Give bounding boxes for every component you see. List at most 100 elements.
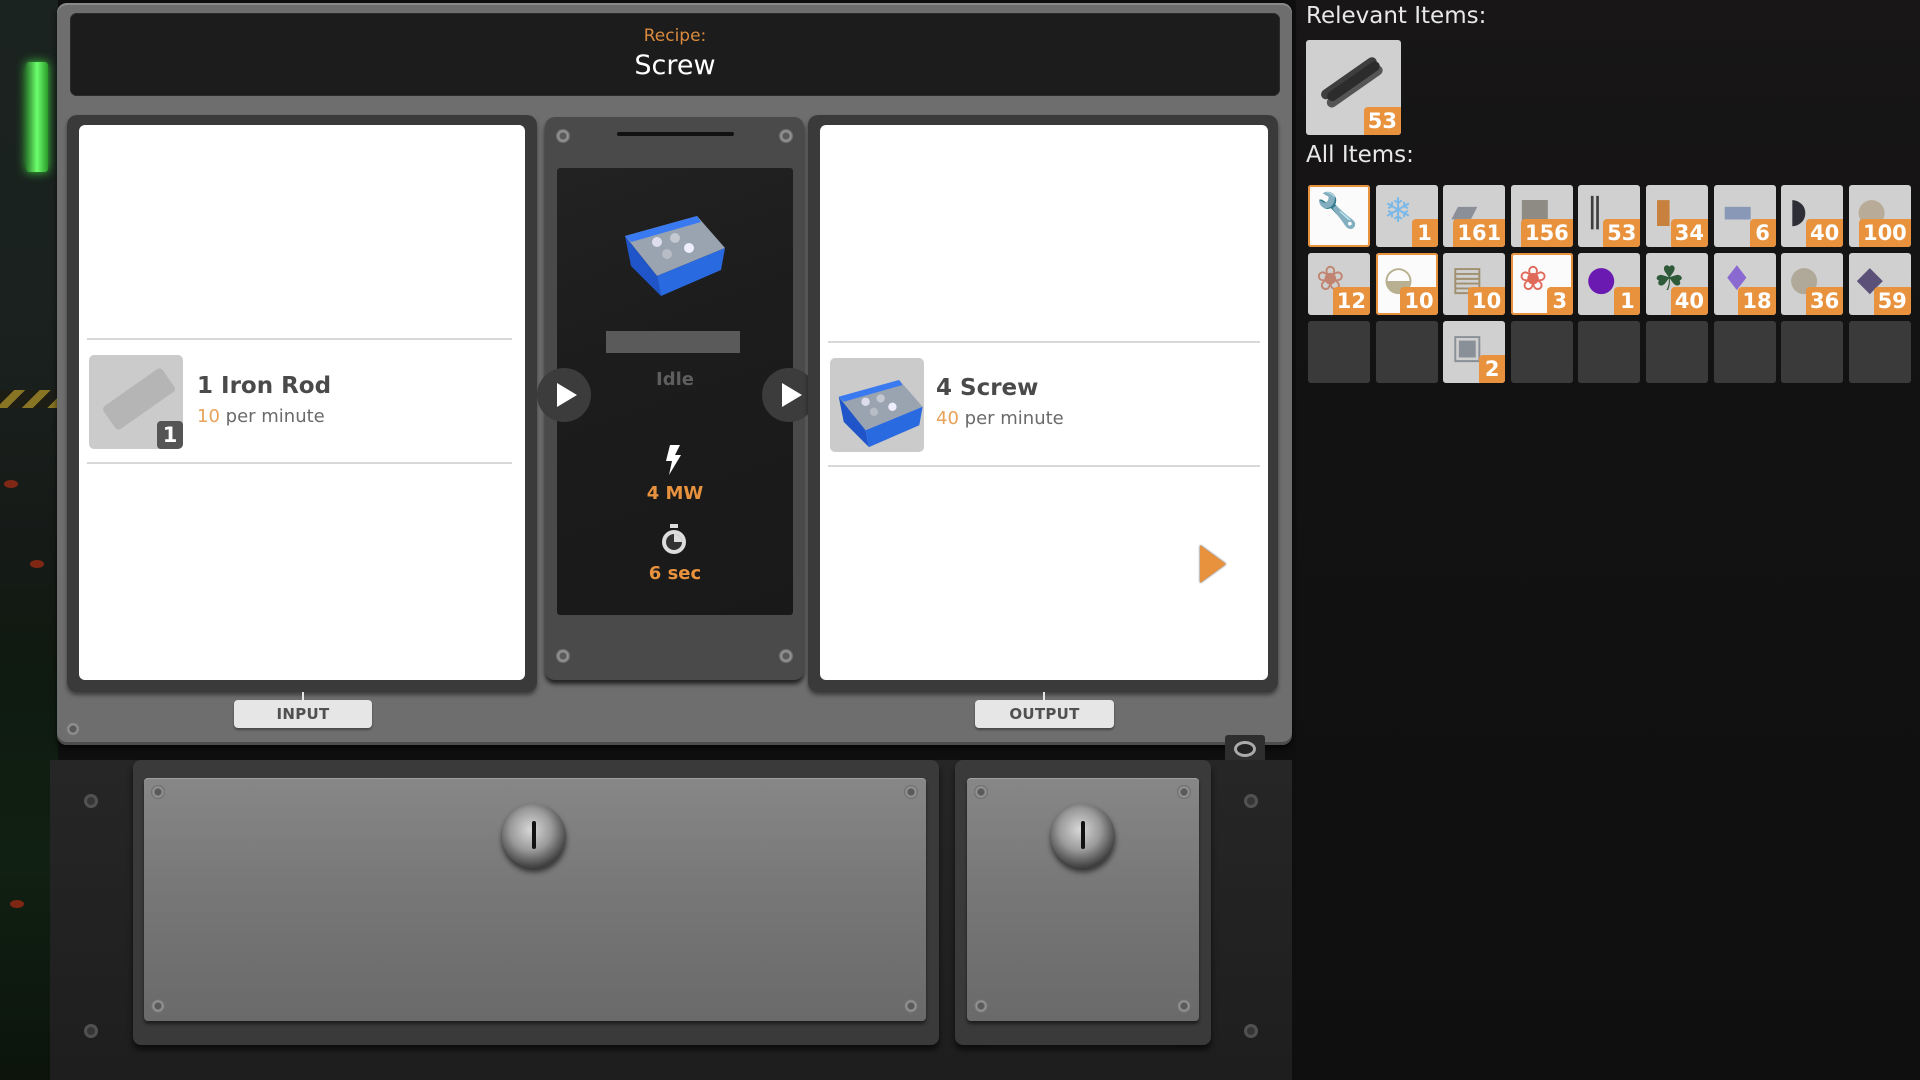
item-count: 1 bbox=[1614, 287, 1641, 315]
machine-slot bbox=[617, 132, 734, 136]
inventory-slot[interactable]: ● 36 bbox=[1781, 253, 1844, 315]
inventory-slot[interactable]: ☘ 40 bbox=[1646, 253, 1708, 315]
screw bbox=[556, 649, 570, 663]
output-item-rate: 40 per minute bbox=[936, 408, 1064, 429]
flower bbox=[30, 560, 44, 568]
lock-icon[interactable] bbox=[502, 804, 566, 868]
bolt bbox=[84, 794, 98, 808]
output-button[interactable]: OUTPUT bbox=[975, 700, 1114, 728]
item-count: 53 bbox=[1363, 107, 1401, 135]
item-count: 12 bbox=[1332, 287, 1370, 315]
inventory-slot[interactable]: ▮ 34 bbox=[1646, 185, 1708, 247]
input-storage-door[interactable] bbox=[144, 778, 926, 1021]
inventory-slot[interactable]: ● 100 bbox=[1848, 185, 1911, 247]
item-count: 3 bbox=[1546, 287, 1573, 315]
input-arrow-button[interactable] bbox=[537, 368, 591, 422]
item-count: 1 bbox=[1411, 219, 1438, 247]
screw-bin-icon bbox=[830, 358, 924, 452]
empty-inventory-slot[interactable] bbox=[1375, 321, 1438, 383]
item-count: 18 bbox=[1738, 287, 1776, 315]
screw bbox=[904, 785, 918, 799]
cable-icon: ◗ bbox=[1789, 191, 1808, 231]
recipe-label: Recipe: bbox=[643, 26, 707, 46]
iron-rod-icon: 1 bbox=[89, 355, 183, 449]
screw bbox=[556, 129, 570, 143]
inventory-slot[interactable]: ◒ 10 bbox=[1375, 253, 1438, 315]
crystal-icon: ❄ bbox=[1383, 191, 1413, 231]
iron-rod-icon: ∥ bbox=[1586, 191, 1604, 231]
inventory-slot[interactable]: ❀ 12 bbox=[1308, 253, 1370, 315]
item-count: 53 bbox=[1603, 219, 1641, 247]
inventory-slot[interactable]: ▣ 2 bbox=[1443, 321, 1506, 383]
screw bbox=[779, 129, 793, 143]
item-count: 34 bbox=[1670, 219, 1708, 247]
empty-inventory-slot[interactable] bbox=[1781, 321, 1844, 383]
inventory-slot[interactable]: ❀ 3 bbox=[1510, 253, 1573, 315]
screw bbox=[151, 999, 165, 1013]
inventory-slot[interactable]: ▬ 6 bbox=[1713, 185, 1776, 247]
item-count: 59 bbox=[1873, 287, 1911, 315]
inventory-slot[interactable]: ◆ 59 bbox=[1848, 253, 1911, 315]
bolt bbox=[1244, 794, 1258, 808]
input-item-rate: 10 per minute bbox=[197, 406, 325, 427]
empty-inventory-slot[interactable] bbox=[1578, 321, 1641, 383]
screw bbox=[779, 649, 793, 663]
inventory-slot[interactable]: ♦ 18 bbox=[1713, 253, 1776, 315]
inventory-slot[interactable]: ❄ 1 bbox=[1375, 185, 1438, 247]
empty-inventory-slot[interactable] bbox=[1848, 321, 1911, 383]
item-count: 100 bbox=[1858, 219, 1911, 247]
flower bbox=[4, 480, 18, 488]
inventory-slot[interactable]: ■ 156 bbox=[1510, 185, 1573, 247]
screw bbox=[1177, 785, 1191, 799]
green-light bbox=[26, 62, 48, 172]
plate-icon: ▬ bbox=[1721, 191, 1754, 231]
hazard-stripes bbox=[0, 390, 58, 408]
screw bbox=[974, 785, 988, 799]
output-item-name: 4 Screw bbox=[936, 375, 1039, 401]
orb-icon: ● bbox=[1586, 259, 1617, 299]
input-button[interactable]: INPUT bbox=[234, 700, 372, 728]
divider bbox=[828, 341, 1260, 343]
relevant-item-slot[interactable]: 53 bbox=[1306, 40, 1401, 135]
berry-icon: ❀ bbox=[1518, 259, 1548, 299]
inventory-slot[interactable]: ∥ 53 bbox=[1578, 185, 1641, 247]
empty-inventory-slot[interactable] bbox=[1646, 321, 1708, 383]
empty-inventory-slot[interactable] bbox=[1510, 321, 1573, 383]
stopwatch-icon bbox=[659, 524, 689, 556]
input-slot-count: 1 bbox=[157, 421, 183, 449]
tool-icon: 🔧 bbox=[1316, 191, 1359, 231]
output-storage-door[interactable] bbox=[967, 778, 1199, 1021]
toggle-button[interactable] bbox=[1225, 735, 1265, 763]
inventory-slot[interactable]: ▰ 161 bbox=[1443, 185, 1506, 247]
input-list: 1 1 Iron Rod 10 per minute bbox=[79, 125, 525, 680]
cursor-icon bbox=[1200, 545, 1226, 583]
divider bbox=[828, 465, 1260, 467]
inventory-slot[interactable]: ▤ 10 bbox=[1443, 253, 1506, 315]
all-items-heading: All Items: bbox=[1306, 142, 1414, 168]
item-count: 156 bbox=[1520, 219, 1573, 247]
item-count: 36 bbox=[1805, 287, 1844, 315]
lock-icon[interactable] bbox=[1051, 804, 1115, 868]
divider bbox=[87, 462, 512, 464]
screw bbox=[904, 999, 918, 1013]
play-icon bbox=[782, 383, 802, 407]
item-count: 10 bbox=[1400, 287, 1438, 315]
output-list: 4 Screw 40 per minute bbox=[820, 125, 1268, 680]
empty-inventory-slot[interactable] bbox=[1308, 321, 1370, 383]
item-count: 40 bbox=[1805, 219, 1844, 247]
lightning-icon bbox=[664, 445, 684, 475]
input-item-name: 1 Iron Rod bbox=[197, 373, 332, 399]
divider bbox=[87, 338, 512, 340]
inventory-slot[interactable]: ◗ 40 bbox=[1781, 185, 1844, 247]
power-value: 4 MW bbox=[646, 483, 704, 504]
inventory-slot[interactable]: 🔧 bbox=[1308, 185, 1370, 247]
machine-status: Idle bbox=[656, 369, 694, 390]
empty-inventory-slot[interactable] bbox=[1713, 321, 1776, 383]
screw bbox=[974, 999, 988, 1013]
bolt bbox=[84, 1024, 98, 1038]
screw bbox=[151, 785, 165, 799]
inventory-slot[interactable]: ● 1 bbox=[1578, 253, 1641, 315]
wire-spool-icon: ▮ bbox=[1654, 191, 1673, 231]
bolt bbox=[1244, 1024, 1258, 1038]
item-count: 6 bbox=[1749, 219, 1776, 247]
